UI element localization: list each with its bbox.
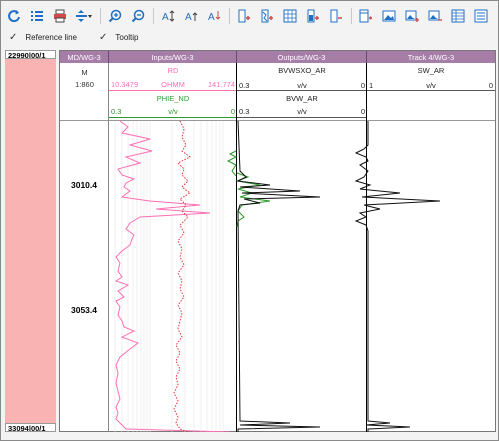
reference-line-label: Reference line <box>25 32 77 42</box>
display-options: ✓ Reference line ✓ Tooltip <box>9 28 161 46</box>
add-grid-icon[interactable] <box>281 7 299 25</box>
refresh-icon[interactable] <box>5 7 23 25</box>
svg-text:A: A <box>185 12 192 23</box>
outputs-track-header[interactable]: BVWSXO_AR 0.3 v/v 0 BVW_AR 0.3 v/v 0 <box>237 63 367 121</box>
inputs-grid <box>114 121 224 432</box>
table-icon[interactable] <box>449 7 467 25</box>
well-log-panel[interactable]: MD/WG-3 Inputs/WG-3 Outputs/WG-3 Track 4… <box>59 50 496 432</box>
add-fill-icon[interactable] <box>304 7 322 25</box>
track4-header[interactable]: SW_AR 1 v/v 0 <box>367 63 495 121</box>
phie-edge-curve <box>226 150 238 177</box>
insert-track-icon[interactable] <box>357 7 375 25</box>
sw-curve <box>354 121 441 432</box>
toolbar-separator <box>100 8 101 24</box>
add-curve-icon[interactable] <box>258 7 276 25</box>
bvw-unit: v/v <box>297 107 307 116</box>
toolbar-separator <box>153 8 154 24</box>
toolbar-separator <box>229 8 230 24</box>
remove-icon[interactable] <box>327 7 345 25</box>
bvwsxo-curve <box>236 121 321 432</box>
md-track-header[interactable]: M 1:860 <box>60 63 109 121</box>
text-scale-icon[interactable]: A <box>159 7 177 25</box>
track-title-inputs[interactable]: Inputs/WG-3 <box>109 51 237 63</box>
phie-curve-name: PHIE_ND <box>156 94 190 103</box>
toolbar-separator <box>351 8 352 24</box>
phie-scale-line <box>109 117 237 118</box>
tooltip-toggle[interactable]: ✓ Tooltip <box>99 32 139 43</box>
bvw-scale-line <box>237 117 367 118</box>
image-add-icon[interactable] <box>403 7 421 25</box>
track-title-track4-text: Track 4/WG-3 <box>407 52 455 62</box>
text-down-icon[interactable]: A <box>205 7 223 25</box>
toolbar: A A A <box>5 6 495 26</box>
bvw-max: 0 <box>360 107 365 116</box>
phie-curve <box>173 121 191 432</box>
sw-curve-name: SW_AR <box>417 66 445 75</box>
checkmark-icon: ✓ <box>9 31 18 43</box>
phie-max: 0 <box>230 107 235 116</box>
track-title-outputs[interactable]: Outputs/WG-3 <box>237 51 367 63</box>
zoom-out-icon[interactable] <box>129 7 147 25</box>
range-top-value[interactable]: 22990|00/1 <box>5 50 56 59</box>
sw-max: 0 <box>488 81 493 90</box>
svg-text:A: A <box>208 12 215 23</box>
image-remove-icon[interactable] <box>426 7 444 25</box>
bvwsxo-scale-line <box>237 90 367 91</box>
svg-text:A: A <box>162 12 169 23</box>
log-viewer-window: A A A ✓ Reference line ✓ Tooltip 22990|0… <box>0 0 499 441</box>
bvw-curve-name: BVW_AR <box>286 94 318 103</box>
list-icon[interactable] <box>28 7 46 25</box>
add-track-icon[interactable] <box>235 7 253 25</box>
track-title-track4[interactable]: Track 4/WG-3 <box>367 51 495 63</box>
range-bottom-value[interactable]: 33094|00/1 <box>5 423 56 432</box>
md-scale: 1:860 <box>75 80 94 89</box>
split-icon[interactable] <box>74 7 94 25</box>
phie-unit: v/v <box>168 107 178 116</box>
track-title-md[interactable]: MD/WG-3 <box>60 51 109 63</box>
sw-unit: v/v <box>426 81 436 90</box>
rd-scale-line <box>109 90 237 91</box>
track-title-inputs-text: Inputs/WG-3 <box>151 52 194 62</box>
settings-list-icon[interactable] <box>472 7 490 25</box>
print-icon[interactable] <box>51 7 69 25</box>
track-title-outputs-text: Outputs/WG-3 <box>277 52 326 62</box>
log-curves-plot[interactable] <box>60 121 495 432</box>
tooltip-label: Tooltip <box>115 32 139 42</box>
text-up-icon[interactable]: A <box>182 7 200 25</box>
md-unit: M <box>81 68 88 77</box>
checkmark-icon: ✓ <box>98 31 108 43</box>
bvwsxo-unit: v/v <box>297 81 307 90</box>
sw-scale-line <box>367 90 495 91</box>
bvwsxo-curve-name: BVWSXO_AR <box>278 66 326 75</box>
zoom-in-icon[interactable] <box>106 7 124 25</box>
track-title-md-text: MD/WG-3 <box>67 52 101 62</box>
reference-line-toggle[interactable]: ✓ Reference line <box>9 32 77 43</box>
rd-max: 141.774 <box>207 80 235 89</box>
bvwsxo-max: 0 <box>360 81 365 90</box>
rd-curve-name: RD <box>167 66 179 75</box>
inputs-track-header[interactable]: RD 10.3479 OHMM 141.774 PHIE_ND 0.3 v/v … <box>109 63 237 121</box>
image-icon[interactable] <box>380 7 398 25</box>
depth-range-bar[interactable]: 22990|00/1 33094|00/1 <box>5 50 56 432</box>
